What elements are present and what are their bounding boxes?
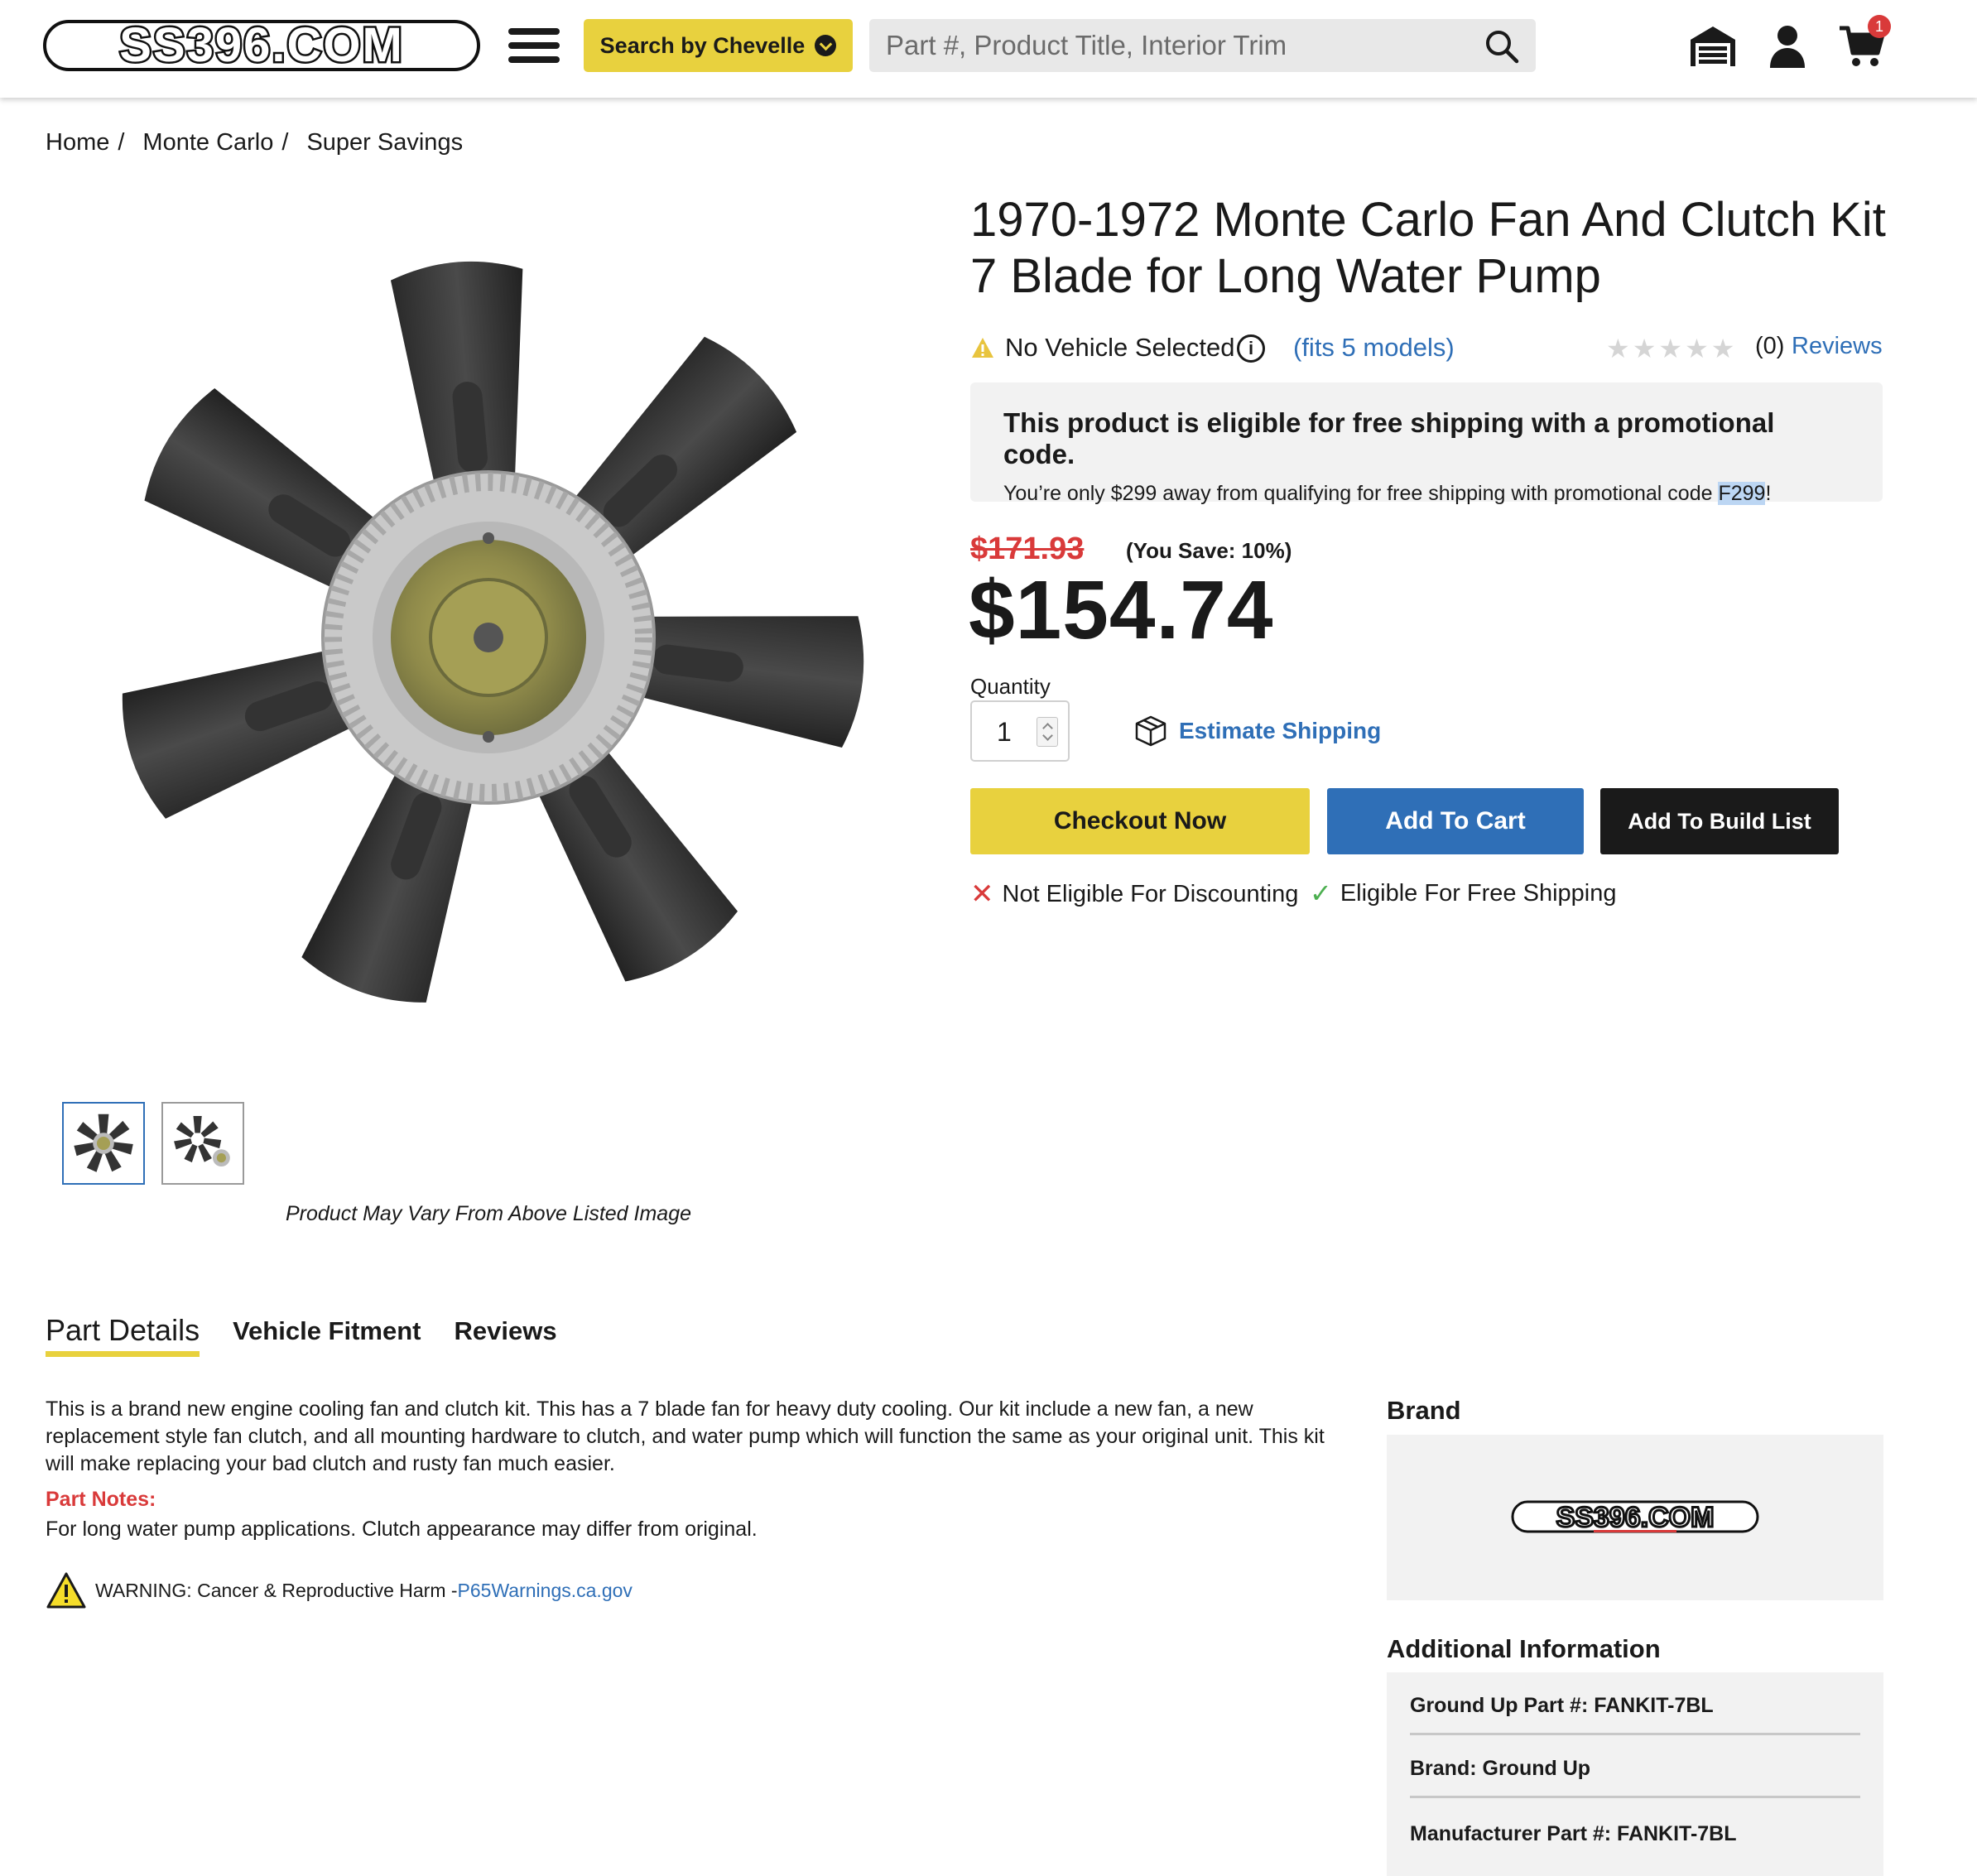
tab-part-details[interactable]: Part Details	[46, 1313, 200, 1357]
breadcrumb-separator: /	[281, 129, 289, 156]
prop65-warning: WARNING: Cancer & Reproductive Harm - P6…	[46, 1571, 633, 1609]
quantity-stepper[interactable]: 1	[970, 700, 1070, 762]
star-icon: ★	[1632, 334, 1657, 363]
brand-heading: Brand	[1387, 1396, 1461, 1425]
add-to-build-list-button[interactable]: Add To Build List	[1600, 788, 1839, 854]
chevron-down-icon	[815, 35, 837, 56]
star-icon: ★	[1606, 334, 1630, 363]
additional-info-row: Ground Up Part #: FANKIT-7BL	[1410, 1672, 1860, 1735]
tab-vehicle-fitment[interactable]: Vehicle Fitment	[233, 1316, 421, 1357]
product-tabs: Part Details Vehicle Fitment Reviews	[46, 1313, 557, 1357]
additional-info-row: Manufacturer Part #: FANKIT-7BL	[1410, 1822, 1737, 1845]
eligible-free-shipping-text: Eligible For Free Shipping	[1340, 879, 1617, 907]
original-price: $171.93	[970, 532, 1085, 566]
breadcrumb-monte-carlo[interactable]: Monte Carlo	[142, 129, 273, 156]
breadcrumb-separator: /	[118, 129, 125, 156]
star-icon: ★	[1658, 334, 1683, 363]
promo-code: F299	[1718, 482, 1766, 505]
tab-reviews[interactable]: Reviews	[454, 1316, 556, 1357]
breadcrumb: Home / Monte Carlo / Super Savings	[46, 129, 463, 156]
additional-info-row: Brand: Ground Up	[1410, 1735, 1860, 1798]
checkout-now-button[interactable]: Checkout Now	[970, 788, 1310, 854]
promo-text: You’re only $299 away from qualifying fo…	[1003, 482, 1850, 506]
promo-title: This product is eligible for free shippi…	[1003, 407, 1775, 469]
x-icon: ✕	[970, 878, 994, 910]
estimate-shipping-label: Estimate Shipping	[1179, 718, 1382, 743]
part-notes-label: Part Notes:	[46, 1488, 156, 1511]
estimate-shipping-link[interactable]: Estimate Shipping	[1134, 715, 1381, 747]
brand-logo-text: SS396.COM	[1556, 1502, 1715, 1533]
site-logo[interactable]: SS396.COM SS396.COM	[43, 17, 480, 75]
savings-text: (You Save: 10%)	[1126, 538, 1292, 563]
warning-icon	[972, 338, 993, 358]
fits-models-link[interactable]: (fits 5 models)	[1293, 333, 1455, 363]
brand-logo[interactable]: SS396.COM	[1511, 1497, 1759, 1538]
sale-price: $154.74	[969, 564, 1274, 657]
image-disclaimer: Product May Vary From Above Listed Image	[286, 1202, 692, 1225]
account-icon[interactable]	[1763, 23, 1811, 70]
rating-stars: ★ ★ ★ ★ ★	[1606, 333, 1734, 364]
p65-warnings-link[interactable]: P65Warnings.ca.gov	[458, 1580, 633, 1602]
no-vehicle-selected-text: No Vehicle Selected	[1005, 333, 1235, 362]
breadcrumb-super-savings[interactable]: Super Savings	[306, 129, 463, 156]
search-by-label: Search by Chevelle	[599, 32, 806, 58]
site-header: SS396.COM SS396.COM Search by Chevelle 1	[0, 0, 1977, 98]
part-notes-text: For long water pump applications. Clutch…	[46, 1518, 758, 1541]
star-icon: ★	[1710, 334, 1735, 363]
brand-logo-box: SS396.COM	[1387, 1435, 1883, 1600]
logo-image: SS396.COM SS396.COM	[43, 17, 480, 75]
info-icon[interactable]: i	[1237, 334, 1265, 363]
promo-text-end: !	[1765, 482, 1772, 505]
shipping-eligibility: ✓ Eligible For Free Shipping	[1310, 878, 1616, 909]
breadcrumb-home[interactable]: Home	[46, 129, 109, 156]
thumbnail-1[interactable]	[62, 1102, 145, 1185]
warning-text: WARNING: Cancer & Reproductive Harm -	[95, 1579, 458, 1601]
additional-info-heading: Additional Information	[1387, 1634, 1661, 1663]
cart-count-badge: 1	[1868, 15, 1891, 38]
check-icon: ✓	[1310, 878, 1332, 908]
box-icon	[1135, 715, 1166, 747]
not-eligible-discount-text: Not Eligible For Discounting	[1002, 880, 1299, 907]
free-shipping-promo: This product is eligible for free shippi…	[970, 382, 1883, 505]
star-icon: ★	[1685, 334, 1709, 363]
menu-icon[interactable]	[508, 26, 560, 65]
search-input[interactable]	[886, 19, 1465, 72]
additional-info-list: Ground Up Part #: FANKIT-7BL Brand: Grou…	[1387, 1672, 1883, 1876]
discount-eligibility: ✕ Not Eligible For Discounting	[970, 878, 1298, 911]
thumbnail-2[interactable]	[161, 1102, 244, 1185]
fan-thumbnail-icon	[74, 1114, 133, 1172]
product-title: 1970-1972 Monte Carlo Fan And Clutch Kit…	[970, 193, 1886, 303]
reviews-link[interactable]: Reviews	[1792, 333, 1883, 360]
promo-text-body: You’re only $299 away from qualifying fo…	[1003, 482, 1719, 505]
search-by-vehicle-button[interactable]: Search by Chevelle	[584, 19, 853, 72]
vehicle-fitment-row: No Vehicle Selected i (fits 5 models) ★ …	[970, 331, 1883, 368]
review-count: (0)	[1755, 333, 1785, 359]
warning-triangle-icon	[46, 1572, 86, 1609]
image-thumbnails	[62, 1102, 244, 1185]
add-to-cart-button[interactable]: Add To Cart	[1327, 788, 1584, 854]
garage-icon[interactable]	[1689, 23, 1737, 70]
quantity-label: Quantity	[970, 674, 1051, 699]
quantity-spinner-icon[interactable]	[1037, 717, 1058, 747]
product-image[interactable]	[75, 224, 902, 1043]
logo-text-fill: SS396.COM	[119, 18, 404, 72]
search-icon[interactable]	[1484, 29, 1519, 64]
part-description: This is a brand new engine cooling fan a…	[46, 1397, 1325, 1475]
search-bar	[869, 19, 1536, 72]
fan-clutch-thumbnail-icon	[174, 1116, 230, 1166]
quantity-value[interactable]: 1	[997, 717, 1012, 748]
